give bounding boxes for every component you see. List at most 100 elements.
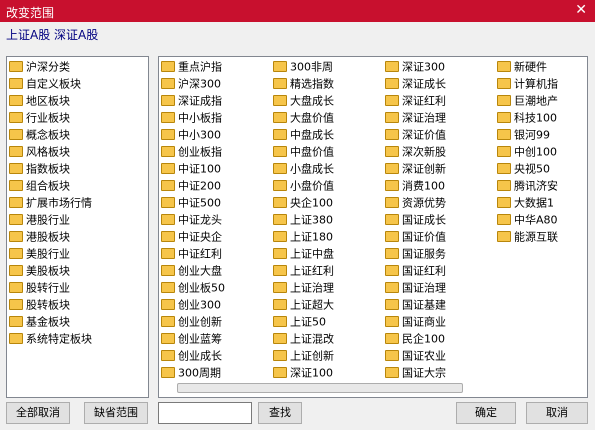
category-item[interactable]: 沪深分类 bbox=[9, 58, 70, 75]
index-item[interactable]: 精选指数 bbox=[273, 75, 334, 92]
item-label: 创业蓝筹 bbox=[178, 332, 222, 346]
index-item[interactable]: 国证商业 bbox=[385, 313, 446, 330]
horizontal-scrollbar[interactable] bbox=[177, 383, 463, 393]
category-item[interactable]: 基金板块 bbox=[9, 313, 70, 330]
index-item[interactable]: 国证红利 bbox=[385, 262, 446, 279]
index-item[interactable]: 国证大宗 bbox=[385, 364, 446, 381]
index-item[interactable]: 国证成长 bbox=[385, 211, 446, 228]
index-item[interactable]: 计算机指 bbox=[497, 75, 558, 92]
index-item[interactable]: 深证300 bbox=[385, 58, 445, 75]
index-list[interactable]: 重点沪指 沪深300 深证成指 中小板指 中小300 创业板指 中证100 中证200 中证50… bbox=[158, 56, 588, 398]
index-item[interactable]: 大盘价值 bbox=[273, 109, 334, 126]
index-item[interactable]: 民企100 bbox=[385, 330, 445, 347]
index-item[interactable]: 上证治理 bbox=[273, 279, 334, 296]
index-item[interactable]: 巨潮地产 bbox=[497, 92, 558, 109]
index-item[interactable]: 国证农业 bbox=[385, 347, 446, 364]
index-item[interactable]: 深证创新 bbox=[385, 160, 446, 177]
index-item[interactable]: 深证成长 bbox=[385, 75, 446, 92]
index-item[interactable]: 创业板指 bbox=[161, 143, 222, 160]
index-item[interactable]: 小盘价值 bbox=[273, 177, 334, 194]
index-item[interactable]: 上证50 bbox=[273, 313, 326, 330]
index-item[interactable]: 深次新股 bbox=[385, 143, 446, 160]
index-item[interactable]: 中证央企 bbox=[161, 228, 222, 245]
index-item[interactable]: 深证成指 bbox=[161, 92, 222, 109]
index-item[interactable]: 创业大盘 bbox=[161, 262, 222, 279]
index-item[interactable]: 中创100 bbox=[497, 143, 557, 160]
category-item[interactable]: 地区板块 bbox=[9, 92, 70, 109]
category-item[interactable]: 行业板块 bbox=[9, 109, 70, 126]
index-item[interactable]: 中小300 bbox=[161, 126, 221, 143]
index-item[interactable]: 中证龙头 bbox=[161, 211, 222, 228]
item-label: 自定义板块 bbox=[26, 77, 81, 91]
category-item[interactable]: 系统特定板块 bbox=[9, 330, 92, 347]
index-item[interactable]: 沪深300 bbox=[161, 75, 221, 92]
index-item[interactable]: 创业板50 bbox=[161, 279, 225, 296]
index-item[interactable]: 大数据1 bbox=[497, 194, 554, 211]
index-item[interactable]: 大盘成长 bbox=[273, 92, 334, 109]
cancel-button[interactable]: 取消 bbox=[526, 402, 588, 424]
category-item[interactable]: 指数板块 bbox=[9, 160, 70, 177]
index-item[interactable]: 上证180 bbox=[273, 228, 333, 245]
category-item[interactable]: 自定义板块 bbox=[9, 75, 81, 92]
index-item[interactable]: 300非周 bbox=[273, 58, 333, 75]
category-list[interactable]: 沪深分类自定义板块 地区板块 行业板块 概念板块 风格板块 指数板块 组合板块 扩展市场行情港… bbox=[6, 56, 149, 398]
index-item[interactable]: 国证治理 bbox=[385, 279, 446, 296]
index-item[interactable]: 中证100 bbox=[161, 160, 221, 177]
folder-icon bbox=[497, 60, 511, 72]
index-item[interactable]: 深证治理 bbox=[385, 109, 446, 126]
index-item[interactable]: 科技100 bbox=[497, 109, 557, 126]
index-item[interactable]: 上证超大 bbox=[273, 296, 334, 313]
index-item[interactable]: 消费100 bbox=[385, 177, 445, 194]
category-item[interactable]: 股转板块 bbox=[9, 296, 70, 313]
index-item[interactable]: 中盘成长 bbox=[273, 126, 334, 143]
index-item[interactable]: 创业创新 bbox=[161, 313, 222, 330]
category-item[interactable]: 股转行业 bbox=[9, 279, 70, 296]
category-item[interactable]: 美股板块 bbox=[9, 262, 70, 279]
index-item[interactable]: 深证价值 bbox=[385, 126, 446, 143]
index-item[interactable]: 能源互联 bbox=[497, 228, 558, 245]
index-item[interactable]: 创业成长 bbox=[161, 347, 222, 364]
index-item[interactable]: 国证价值 bbox=[385, 228, 446, 245]
index-item[interactable]: 上证混改 bbox=[273, 330, 334, 347]
index-item[interactable]: 腾讯济安 bbox=[497, 177, 558, 194]
index-item[interactable]: 重点沪指 bbox=[161, 58, 222, 75]
category-item[interactable]: 组合板块 bbox=[9, 177, 70, 194]
index-item[interactable]: 创业蓝筹 bbox=[161, 330, 222, 347]
index-item[interactable]: 资源优势 bbox=[385, 194, 446, 211]
index-item[interactable]: 小盘成长 bbox=[273, 160, 334, 177]
index-item[interactable]: 中证红利 bbox=[161, 245, 222, 262]
clear-all-button[interactable]: 全部取消 bbox=[6, 402, 70, 424]
folder-icon bbox=[385, 332, 399, 344]
category-item[interactable]: 港股行业 bbox=[9, 211, 70, 228]
category-item[interactable]: 港股板块 bbox=[9, 228, 70, 245]
index-item[interactable]: 银河99 bbox=[497, 126, 550, 143]
category-item[interactable]: 美股行业 bbox=[9, 245, 70, 262]
index-item[interactable]: 上证红利 bbox=[273, 262, 334, 279]
index-item[interactable]: 中盘价值 bbox=[273, 143, 334, 160]
category-item[interactable]: 扩展市场行情 bbox=[9, 194, 92, 211]
category-item[interactable]: 概念板块 bbox=[9, 126, 70, 143]
close-icon[interactable]: ✕ bbox=[575, 2, 587, 18]
index-item[interactable]: 中华A80 bbox=[497, 211, 558, 228]
ok-button[interactable]: 确定 bbox=[456, 402, 516, 424]
index-item[interactable]: 新硬件 bbox=[497, 58, 547, 75]
category-item[interactable]: 风格板块 bbox=[9, 143, 70, 160]
index-item[interactable]: 央企100 bbox=[273, 194, 333, 211]
index-item[interactable]: 创业300 bbox=[161, 296, 221, 313]
index-item[interactable]: 中证500 bbox=[161, 194, 221, 211]
index-item[interactable]: 上证中盘 bbox=[273, 245, 334, 262]
index-item[interactable]: 上证创新 bbox=[273, 347, 334, 364]
default-scope-button[interactable]: 缺省范围 bbox=[84, 402, 148, 424]
index-item[interactable]: 中证200 bbox=[161, 177, 221, 194]
search-button[interactable]: 查找 bbox=[258, 402, 302, 424]
index-item[interactable]: 中小板指 bbox=[161, 109, 222, 126]
search-input[interactable] bbox=[158, 402, 252, 424]
index-item[interactable]: 上证380 bbox=[273, 211, 333, 228]
index-item[interactable]: 深证100 bbox=[273, 364, 333, 381]
index-item[interactable]: 300周期 bbox=[161, 364, 221, 381]
index-item[interactable]: 央视50 bbox=[497, 160, 550, 177]
index-item[interactable]: 国证基建 bbox=[385, 296, 446, 313]
index-item[interactable]: 国证服务 bbox=[385, 245, 446, 262]
index-item[interactable]: 深证红利 bbox=[385, 92, 446, 109]
item-label: 中证央企 bbox=[178, 230, 222, 244]
